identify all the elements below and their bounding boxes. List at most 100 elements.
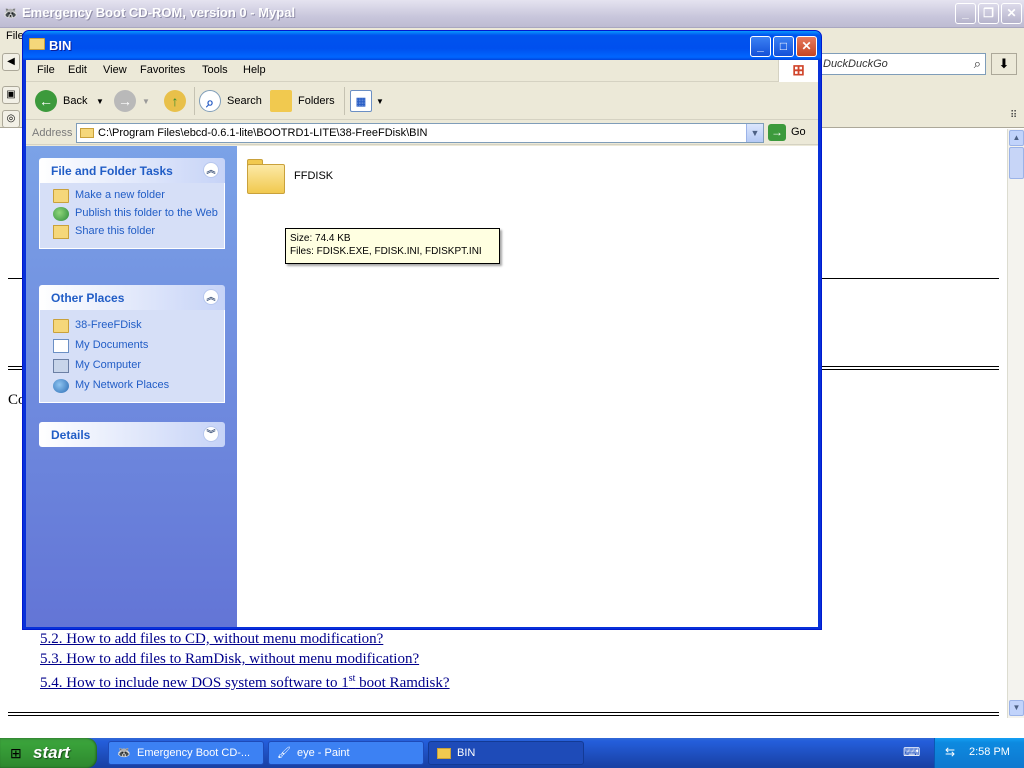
explorer-menu-bar: File Edit View Favorites Tools Help ⊞ — [26, 60, 818, 82]
task-paint[interactable]: 🖌 eye - Paint — [268, 741, 424, 765]
expand-chevron-icon[interactable]: ︾ — [203, 426, 219, 442]
task-publish-to-web[interactable]: Publish this folder to the Web — [40, 206, 224, 224]
place-38-freefdisk[interactable]: 38-FreeFDisk — [40, 318, 224, 336]
minimize-button[interactable]: _ — [750, 36, 771, 57]
search-label: Search — [227, 95, 262, 107]
my-documents-icon — [53, 339, 69, 353]
folder-name-ffdisk[interactable]: FFDISK — [294, 170, 333, 182]
folders-button[interactable]: Folders — [270, 88, 338, 114]
windows-flag-icon: ⊞ — [10, 745, 22, 761]
panel-header[interactable]: Details ︾ — [39, 422, 225, 447]
back-label: Back — [63, 95, 88, 107]
other-places-panel: Other Places ︽ 38-FreeFDisk My Documents… — [39, 285, 225, 403]
horizontal-rule — [8, 712, 999, 716]
panel-header[interactable]: File and Folder Tasks ︽ — [39, 158, 225, 183]
explorer-body: File Edit View Favorites Tools Help ⊞ ← … — [26, 60, 818, 627]
panel-title: Other Places — [51, 291, 125, 305]
start-button[interactable]: ⊞ start — [0, 738, 97, 768]
back-arrow-icon[interactable]: ◀ — [2, 53, 20, 71]
folder-icon — [80, 128, 94, 138]
task-label: BIN — [457, 747, 476, 759]
menu-tools[interactable]: Tools — [202, 64, 228, 76]
up-button[interactable]: ↑ — [164, 88, 188, 114]
task-pane: File and Folder Tasks ︽ Make a new folde… — [26, 146, 237, 627]
search-icon[interactable]: ⌕ — [974, 56, 981, 72]
address-bar: Address C:\Program Files\ebcd-0.6.1-lite… — [26, 121, 818, 145]
browser-title: Emergency Boot CD-ROM, version 0 - Mypal — [22, 5, 296, 20]
tooltip-size: Size: 74.4 KB — [290, 233, 351, 244]
clock[interactable]: 2:58 PM — [969, 746, 1010, 758]
menu-favorites[interactable]: Favorites — [140, 64, 185, 76]
place-my-network-places[interactable]: My Network Places — [40, 378, 224, 396]
task-emergency-boot[interactable]: 🦝 Emergency Boot CD-... — [108, 741, 264, 765]
address-label: Address — [32, 127, 73, 139]
toc-link-5-2[interactable]: 5.2. How to add files to CD, without men… — [40, 631, 383, 648]
address-dropdown-icon[interactable]: ▼ — [746, 124, 763, 142]
address-path: C:\Program Files\ebcd-0.6.1-lite\BOOTRD1… — [98, 127, 428, 139]
search-box[interactable]: DuckDuckGo ⌕ — [818, 53, 986, 75]
forward-button[interactable]: → ▼ — [114, 88, 154, 114]
task-label: Make a new folder — [75, 189, 165, 201]
explorer-title-bar[interactable]: BIN _ □ ✕ — [23, 31, 821, 60]
scroll-up-icon[interactable]: ▲ — [1009, 130, 1024, 146]
collapse-chevron-icon[interactable]: ︽ — [203, 162, 219, 178]
views-button[interactable]: ▦ ▼ — [350, 88, 386, 114]
file-folder-tasks-panel: File and Folder Tasks ︽ Make a new folde… — [39, 158, 225, 249]
toc-link-5-3[interactable]: 5.3. How to add files to RamDisk, withou… — [40, 651, 419, 668]
panel-title: File and Folder Tasks — [51, 164, 173, 178]
grip-icon: ⠿ — [1010, 110, 1018, 121]
menu-edit[interactable]: Edit — [68, 64, 87, 76]
folder-icon — [437, 748, 451, 759]
close-button[interactable]: ✕ — [796, 36, 817, 57]
panel-body: Make a new folder Publish this folder to… — [39, 183, 225, 249]
site-identity-icon[interactable]: ◎ — [2, 110, 20, 128]
tooltip-files: Files: FDISK.EXE, FDISK.INI, FDISKPT.INI — [290, 246, 482, 257]
mypal-icon: 🦝 — [3, 6, 18, 20]
panel-title: Details — [51, 428, 91, 442]
place-my-computer[interactable]: My Computer — [40, 358, 224, 376]
new-folder-icon — [53, 189, 69, 203]
place-my-documents[interactable]: My Documents — [40, 338, 224, 356]
task-bin[interactable]: BIN — [428, 741, 584, 765]
back-dropdown-icon[interactable]: ▼ — [96, 97, 104, 106]
download-icon[interactable]: ⬇ — [991, 53, 1017, 75]
minimize-button[interactable]: _ — [955, 3, 976, 24]
forward-dropdown-icon[interactable]: ▼ — [142, 97, 150, 106]
maximize-button[interactable]: □ — [773, 36, 794, 57]
place-label: My Computer — [75, 359, 142, 371]
task-share-folder[interactable]: Share this folder — [40, 224, 224, 242]
menu-file[interactable]: File — [37, 64, 55, 76]
system-tray: ⇆ 2:58 PM — [934, 738, 1024, 768]
details-panel: Details ︾ — [39, 422, 225, 447]
panel-header[interactable]: Other Places ︽ — [39, 285, 225, 310]
network-tray-icon[interactable]: ⇆ — [945, 745, 955, 759]
task-make-new-folder[interactable]: Make a new folder — [40, 188, 224, 206]
search-button[interactable]: ⌕ Search — [199, 88, 263, 114]
mypal-icon: 🦝 — [117, 747, 131, 759]
back-button[interactable]: ← Back ▼ — [35, 88, 107, 114]
taskbar: ⊞ start 🦝 Emergency Boot CD-... 🖌 eye - … — [0, 738, 1024, 768]
sidebar-icon[interactable]: ▣ — [2, 86, 20, 104]
close-button[interactable]: ✕ — [1001, 3, 1022, 24]
address-input[interactable]: C:\Program Files\ebcd-0.6.1-lite\BOOTRD1… — [76, 123, 764, 143]
file-list-area[interactable]: FFDISK Size: 74.4 KB Files: FDISK.EXE, F… — [237, 146, 818, 627]
task-label: eye - Paint — [297, 747, 350, 759]
menu-view[interactable]: View — [103, 64, 127, 76]
collapse-chevron-icon[interactable]: ︽ — [203, 289, 219, 305]
publish-web-icon — [53, 207, 69, 221]
vertical-scrollbar[interactable]: ▲ ▼ — [1007, 129, 1024, 718]
browser-title-bar[interactable]: 🦝 Emergency Boot CD-ROM, version 0 - Myp… — [0, 0, 1024, 28]
folders-icon — [270, 90, 292, 112]
scroll-thumb[interactable] — [1009, 147, 1024, 179]
keyboard-layout-icon[interactable]: ⌨ — [903, 745, 920, 759]
scroll-down-icon[interactable]: ▼ — [1009, 700, 1024, 716]
toc-link-5-4[interactable]: 5.4. How to include new DOS system softw… — [40, 673, 450, 692]
menu-help[interactable]: Help — [243, 64, 266, 76]
go-button[interactable]: → Go — [768, 123, 816, 143]
my-computer-icon — [53, 359, 69, 373]
network-places-icon — [53, 379, 69, 393]
maximize-button[interactable]: ❐ — [978, 3, 999, 24]
views-dropdown-icon: ▼ — [376, 97, 384, 106]
folder-icon[interactable] — [247, 158, 285, 194]
back-arrow-icon: ← — [35, 90, 57, 112]
